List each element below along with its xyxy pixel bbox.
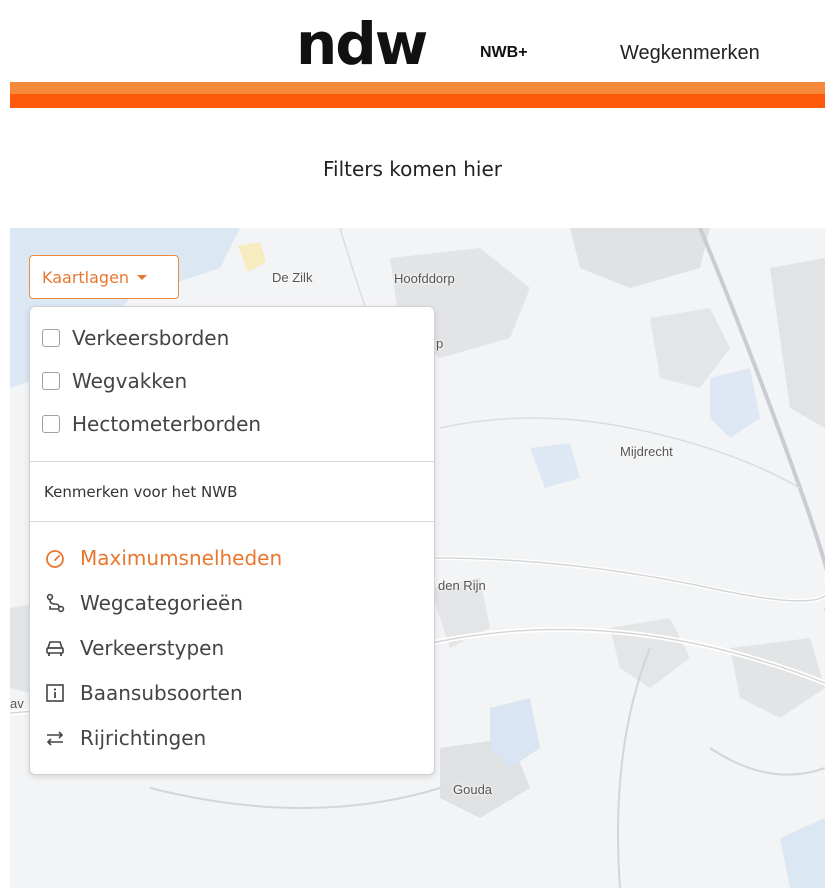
map-label-partial-west: av bbox=[10, 696, 24, 711]
checkbox[interactable] bbox=[42, 329, 60, 347]
kenmerk-wegcategorieen[interactable]: Wegcategorieën bbox=[44, 586, 243, 620]
section-heading-kenmerken: Kenmerken voor het NWB bbox=[44, 483, 238, 501]
car-icon bbox=[44, 637, 66, 659]
layer-option-wegvakken[interactable]: Wegvakken bbox=[42, 366, 187, 396]
map-label-den-rijn: den Rijn bbox=[438, 578, 486, 593]
logo-text: ndw bbox=[296, 10, 428, 78]
map-label-gouda: Gouda bbox=[453, 782, 493, 797]
logo-subtitle: NWB+ bbox=[480, 44, 528, 61]
filters-placeholder: Filters komen hier bbox=[323, 157, 502, 181]
divider bbox=[30, 461, 434, 462]
layer-option-label: Verkeersborden bbox=[72, 326, 230, 350]
kenmerk-verkeerstypen[interactable]: Verkeerstypen bbox=[44, 631, 224, 665]
map-label-mijdrecht: Mijdrecht bbox=[620, 444, 673, 459]
header-accent-bar-light bbox=[10, 82, 825, 94]
layers-button-label: Kaartlagen bbox=[42, 267, 130, 287]
kenmerk-label: Verkeerstypen bbox=[80, 636, 225, 660]
kenmerk-label: Maximumsnelheden bbox=[80, 546, 283, 570]
arrows-left-right-icon bbox=[44, 727, 66, 749]
kenmerk-rijrichtingen[interactable]: Rijrichtingen bbox=[44, 721, 206, 755]
ndw-logo[interactable]: ndw bbox=[296, 15, 428, 73]
layers-dropdown-button[interactable]: Kaartlagen bbox=[29, 255, 179, 299]
checkbox[interactable] bbox=[42, 415, 60, 433]
map-label-de-zilk: De Zilk bbox=[272, 270, 313, 285]
map-label-hoofddorp: Hoofddorp bbox=[394, 271, 455, 286]
kenmerk-maximumsnelheden[interactable]: Maximumsnelheden bbox=[44, 541, 282, 575]
layer-option-label: Wegvakken bbox=[72, 369, 188, 393]
nav-link-wegkenmerken[interactable]: Wegkenmerken bbox=[620, 42, 760, 65]
checkbox[interactable] bbox=[42, 372, 60, 390]
route-icon bbox=[44, 592, 66, 614]
layer-option-hectometerborden[interactable]: Hectometerborden bbox=[42, 409, 261, 439]
info-square-icon bbox=[44, 682, 66, 704]
divider bbox=[30, 521, 434, 522]
speedometer-icon bbox=[44, 547, 66, 569]
kenmerk-baansubsoorten[interactable]: Baansubsoorten bbox=[44, 676, 243, 710]
map-label-partial-north: p bbox=[436, 336, 444, 351]
header: ndw NWB+ Wegkenmerken bbox=[0, 0, 825, 82]
kenmerk-label: Rijrichtingen bbox=[80, 726, 207, 750]
kenmerk-label: Baansubsoorten bbox=[80, 681, 243, 705]
layer-option-label: Hectometerborden bbox=[72, 412, 262, 436]
kenmerk-label: Wegcategorieën bbox=[80, 591, 243, 615]
layer-option-verkeersborden[interactable]: Verkeersborden bbox=[42, 323, 229, 353]
layers-menu: Verkeersborden Wegvakken Hectometerborde… bbox=[29, 306, 435, 775]
caret-down-icon bbox=[137, 274, 148, 280]
header-accent-bar bbox=[10, 94, 825, 108]
